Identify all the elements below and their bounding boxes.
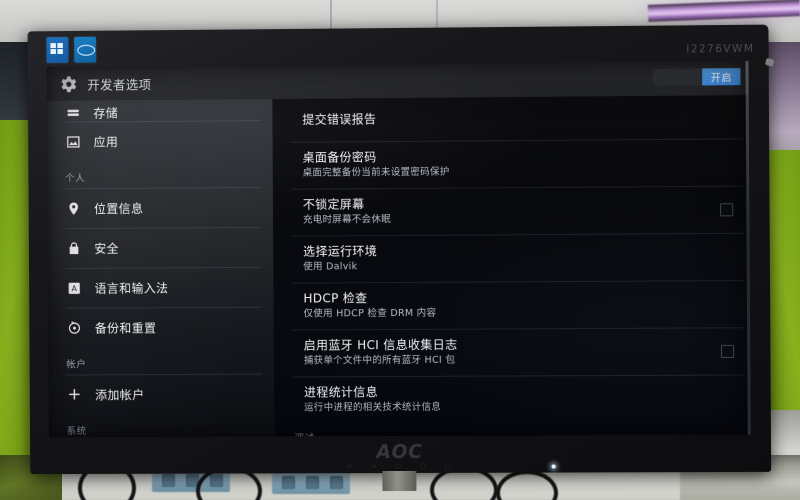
sidebar-item-label: 位置信息 [94, 199, 143, 216]
pref-title: 启用蓝牙 HCI 信息收集日志 [304, 336, 704, 353]
developer-options-list[interactable]: 提交错误报告 桌面备份密码 桌面完整备份当前未设置密码保护 不锁定屏幕 充电时屏… [272, 95, 750, 436]
svg-text:A: A [71, 283, 77, 293]
osd-button-row[interactable]: < > ○ ○ □ [347, 462, 451, 470]
osd-button-4[interactable]: ○ [420, 462, 426, 470]
pref-submit-bug-report[interactable]: 提交错误报告 [284, 95, 749, 142]
gear-icon [58, 73, 79, 94]
power-strip-right [272, 472, 350, 494]
monitor-stand-neck [382, 471, 416, 491]
sidebar-item-backup-reset[interactable]: 备份和重置 [48, 307, 274, 348]
sidebar-group-system: 系统 [49, 413, 275, 437]
pref-title: 选择运行环境 [303, 242, 703, 259]
pref-title: 进程统计信息 [304, 384, 704, 401]
monitor-model-label: I2276VWM [686, 43, 754, 56]
osd-button-menu[interactable]: □ [445, 462, 451, 470]
monitor-bottom-bezel: AOC < > ○ ○ □ [30, 434, 771, 474]
sidebar-item-label: 备份和重置 [95, 319, 157, 336]
pref-title: 桌面备份密码 [303, 148, 703, 166]
switch-track [653, 68, 702, 85]
pref-desktop-backup-password[interactable]: 桌面备份密码 桌面完整备份当前未设置密码保护 [285, 138, 750, 188]
backup-restore-icon [66, 320, 82, 336]
osd-button-right[interactable]: > [371, 462, 376, 470]
apps-icon [65, 133, 81, 149]
app-title: 开发者选项 [87, 74, 151, 93]
pref-subtitle: 使用 Dalvik [303, 259, 703, 273]
sidebar-item-label: 应用 [94, 133, 119, 150]
pref-stay-awake[interactable]: 不锁定屏幕 充电时屏幕不会休眠 [285, 186, 750, 236]
pref-subtitle: 仅使用 HDCP 检查 DRM 内容 [303, 306, 703, 320]
pref-subtitle: 桌面完整备份当前未设置密码保护 [303, 165, 703, 180]
pref-process-stats[interactable]: 进程统计信息 运行中进程的相关技术统计信息 [286, 374, 751, 423]
sidebar-group-accounts: 帐户 [48, 347, 274, 375]
sidebar-group-personal: 个人 [47, 160, 273, 189]
sidebar-item-add-account[interactable]: 添加帐户 [48, 374, 274, 415]
aoc-logo: AOC [374, 441, 424, 463]
sidebar-item-storage[interactable]: 存储 [47, 100, 273, 122]
storage-icon [65, 106, 81, 122]
pref-title: HDCP 检查 [303, 289, 703, 306]
developer-options-master-switch[interactable]: 开启 [653, 68, 741, 86]
location-pin-icon [65, 200, 81, 216]
pref-bluetooth-hci-log[interactable]: 启用蓝牙 HCI 信息收集日志 捕获单个文件中的所有蓝牙 HCI 包 [286, 327, 751, 376]
checkbox-bluetooth-hci-log[interactable] [721, 344, 734, 357]
app-header: 开发者选项 开启 [47, 61, 749, 101]
bezel-screw-nub [765, 58, 775, 67]
sidebar-item-label: 安全 [94, 239, 119, 256]
power-led [552, 465, 556, 469]
pref-title: 提交错误报告 [302, 110, 702, 128]
sidebar-item-language-input[interactable]: A 语言和输入法 [48, 267, 274, 308]
windows-sticker [46, 37, 68, 63]
lock-icon [66, 240, 82, 256]
sidebar-item-location[interactable]: 位置信息 [47, 187, 273, 228]
sidebar-item-apps[interactable]: 应用 [47, 120, 273, 162]
pref-subtitle: 充电时屏幕不会休眠 [303, 212, 703, 227]
checkbox-stay-awake[interactable] [720, 203, 733, 216]
sidebar-item-label: 语言和输入法 [94, 279, 168, 296]
aoc-monitor: I2276VWM 开发者选项 开启 存储 应用 个人 位置信息 安全 A 语言和… [28, 25, 772, 475]
photograph-of-monitor: I2276VWM 开发者选项 开启 存储 应用 个人 位置信息 安全 A 语言和… [0, 0, 800, 500]
intel-sticker [74, 37, 96, 63]
osd-button-3[interactable]: ○ [395, 462, 401, 470]
pref-subtitle: 捕获单个文件中的所有蓝牙 HCI 包 [304, 354, 704, 368]
sidebar-item-label: 存储 [93, 104, 118, 121]
osd-button-left[interactable]: < [347, 462, 352, 470]
settings-sidebar[interactable]: 存储 应用 个人 位置信息 安全 A 语言和输入法 备份和重置 帐户 添加帐户 … [47, 99, 275, 437]
pref-subtitle: 运行中进程的相关技术统计信息 [304, 401, 704, 415]
sidebar-item-label: 添加帐户 [95, 386, 144, 403]
pref-title: 不锁定屏幕 [303, 195, 703, 213]
pref-select-runtime[interactable]: 选择运行环境 使用 Dalvik [285, 233, 750, 283]
language-icon: A [66, 280, 82, 296]
plus-icon [66, 386, 82, 402]
pref-hdcp-checking[interactable]: HDCP 检查 仅使用 HDCP 检查 DRM 内容 [285, 280, 750, 330]
wall-seam-secondary [436, 0, 438, 30]
switch-on-label[interactable]: 开启 [702, 68, 740, 85]
monitor-screen: 开发者选项 开启 存储 应用 个人 位置信息 安全 A 语言和输入法 备份和重置… [47, 61, 751, 437]
sidebar-item-security[interactable]: 安全 [48, 227, 274, 268]
